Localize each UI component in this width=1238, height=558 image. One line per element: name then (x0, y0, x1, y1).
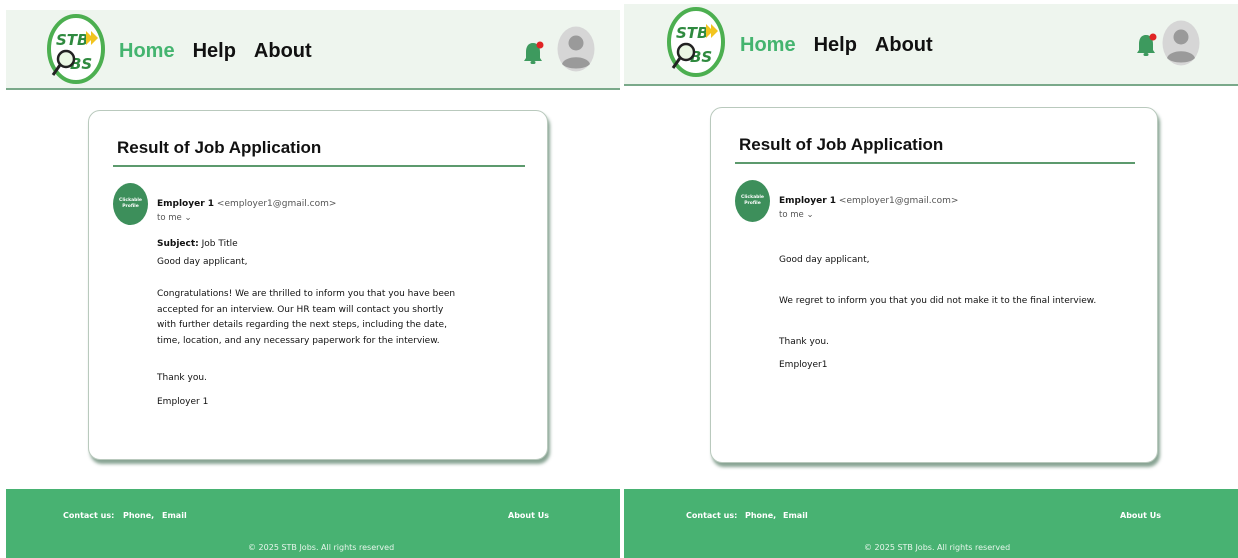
closing: Thank you. (157, 373, 207, 383)
greeting: Good day applicant, (157, 257, 248, 267)
top-navbar: STB BS Home Help About (624, 4, 1238, 86)
stb-jobs-logo[interactable]: STB BS (46, 13, 106, 85)
nav-about[interactable]: About (254, 40, 312, 63)
signature: Employer1 (779, 360, 828, 370)
footer-email-link[interactable]: Email (162, 511, 187, 520)
svg-text:STB: STB (676, 24, 708, 42)
footer-about-link[interactable]: About Us (508, 511, 549, 520)
subject-line: Subject: Job Title (157, 237, 463, 253)
bell-icon[interactable] (1134, 32, 1158, 58)
stb-jobs-logo[interactable]: STB BS (666, 6, 726, 78)
message-body: Congratulations! We are thrilled to info… (157, 289, 456, 346)
nav-about[interactable]: About (875, 34, 933, 57)
recipient-toggle[interactable]: to me ⌄ (779, 210, 814, 220)
avatar-icon[interactable] (1162, 20, 1200, 66)
nav-help[interactable]: Help (193, 40, 236, 63)
nav-home[interactable]: Home (740, 34, 796, 57)
sender-line: Employer 1 <employer1@gmail.com> (779, 196, 958, 206)
message-body: We regret to inform you that you did not… (779, 296, 1097, 306)
top-navbar: STB BS Home Help About (6, 10, 620, 90)
svg-text:STB: STB (56, 31, 88, 49)
recipient-toggle[interactable]: to me ⌄ (157, 213, 192, 223)
acceptance-result-view: STB BS Home Help About Result of Job App… (0, 0, 620, 558)
sender-name: Employer 1 (157, 199, 215, 209)
clickable-profile[interactable]: Clickable Profile (113, 183, 148, 225)
footer-about-link[interactable]: About Us (1120, 511, 1161, 520)
footer-contact-label: Contact us: (686, 511, 738, 520)
subject-label: Subject: (157, 239, 199, 249)
closing: Thank you. (779, 337, 829, 347)
greeting: Good day applicant, (779, 255, 870, 265)
sender-line: Employer 1 <employer1@gmail.com> (157, 199, 336, 209)
card-title: Result of Job Application (739, 135, 944, 154)
card-title: Result of Job Application (117, 138, 322, 157)
footer-email-link[interactable]: Email (783, 511, 808, 520)
rejection-result-view: STB BS Home Help About Result of Job App… (624, 0, 1238, 558)
main-nav: Home Help About (740, 34, 933, 57)
footer-contact-label: Contact us: (63, 511, 115, 520)
sender-email: <employer1@gmail.com> (838, 196, 959, 206)
footer-phone-link[interactable]: Phone, (123, 511, 154, 520)
nav-help[interactable]: Help (814, 34, 857, 57)
footer: Contact us: Phone, Email About Us © 2025… (624, 489, 1238, 558)
result-card: Result of Job Application Clickable Prof… (88, 110, 548, 460)
nav-home[interactable]: Home (119, 40, 175, 63)
bell-icon[interactable] (521, 40, 545, 66)
result-card: Result of Job Application Clickable Prof… (710, 107, 1158, 463)
sender-name: Employer 1 (779, 196, 837, 206)
footer: Contact us: Phone, Email About Us © 2025… (6, 489, 620, 558)
main-nav: Home Help About (119, 40, 312, 63)
clickable-profile[interactable]: Clickable Profile (735, 180, 770, 222)
avatar-icon[interactable] (557, 26, 595, 72)
subject-value: Job Title (198, 239, 238, 249)
title-divider (113, 165, 525, 167)
footer-copyright: © 2025 STB Jobs. All rights reserved (248, 543, 395, 552)
sender-email: <employer1@gmail.com> (216, 199, 337, 209)
footer-copyright: © 2025 STB Jobs. All rights reserved (864, 543, 1011, 552)
signature: Employer 1 (157, 397, 209, 407)
title-divider (735, 162, 1135, 164)
footer-phone-link[interactable]: Phone, (745, 511, 776, 520)
